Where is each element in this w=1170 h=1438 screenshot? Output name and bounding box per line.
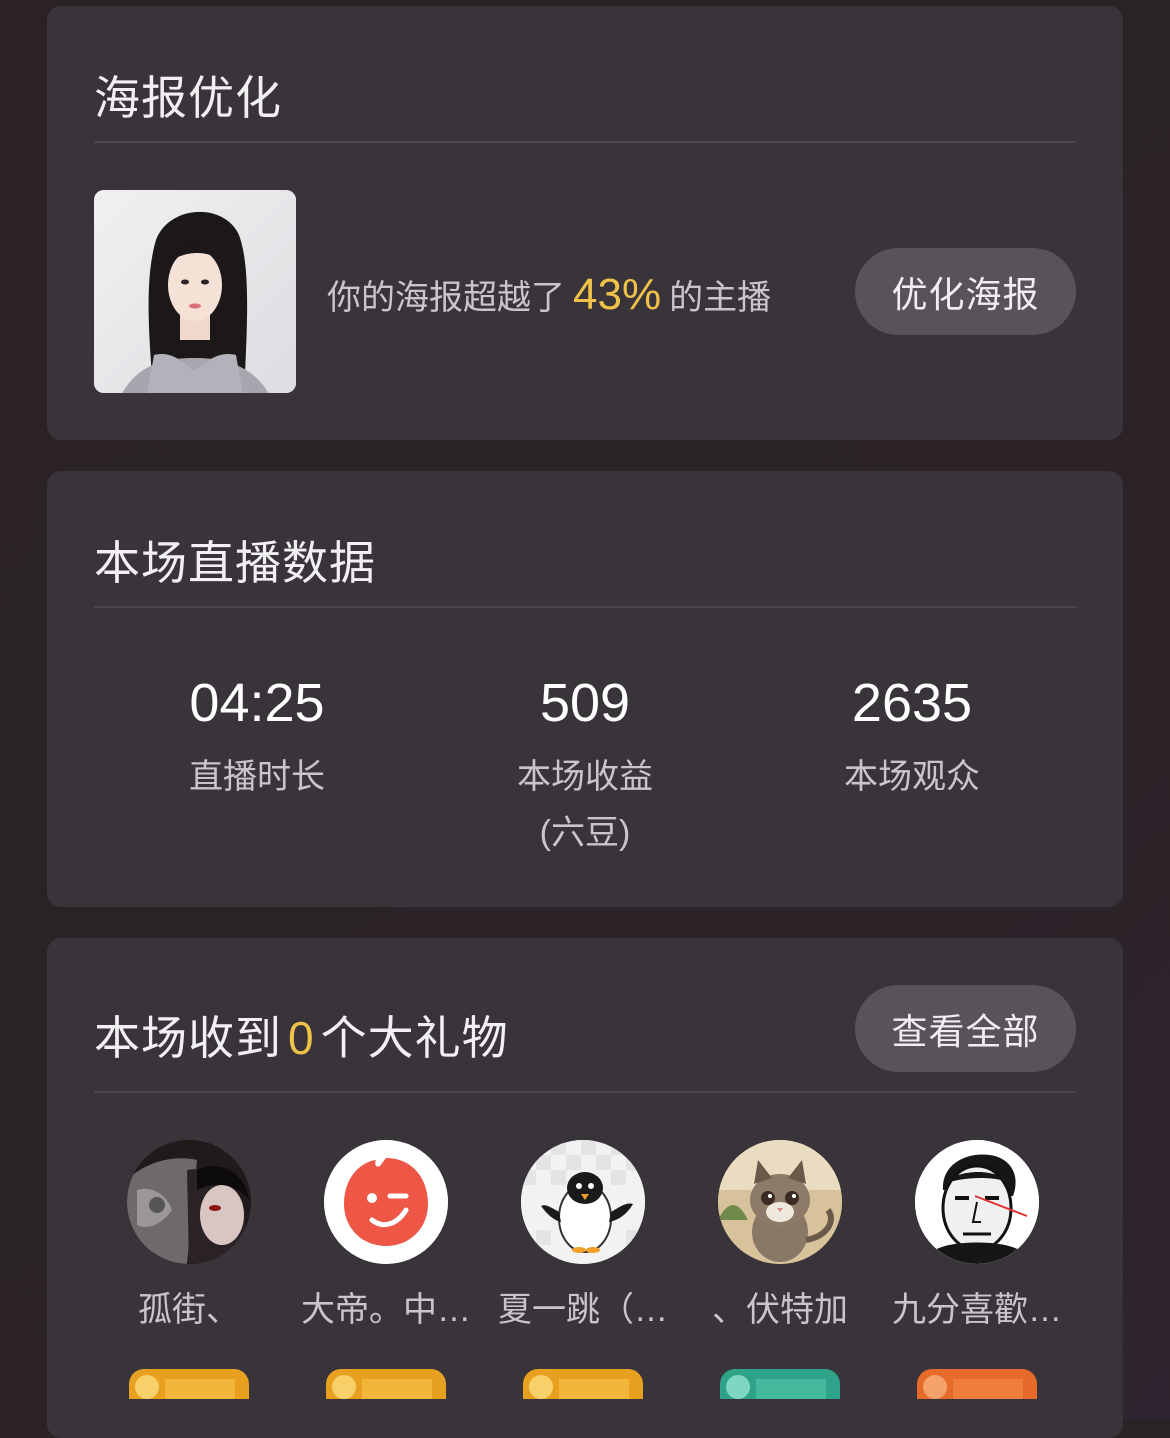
dark-masked-avatar-icon [127, 1140, 251, 1264]
poster-thumbnail[interactable] [94, 190, 296, 393]
poster-optimization-card: 海报优化 你的海报超越了 43% 的主播 优化海报 [47, 6, 1123, 440]
poster-ranking-suffix: 的主播 [669, 279, 772, 317]
gifter-name: 孤街、 [138, 1291, 240, 1329]
stat-duration: 04:25 直播时长 [107, 671, 407, 805]
penguin-avatar-icon [521, 1140, 645, 1264]
poster-ranking-prefix: 你的海报超越了 [327, 279, 565, 317]
gifts-title-prefix: 本场收到 [94, 1012, 282, 1064]
optimize-poster-button[interactable]: 优化海报 [855, 248, 1076, 335]
level-badge [917, 1369, 1037, 1399]
divider [94, 141, 1076, 143]
gifter-item[interactable]: 孤街、 [99, 1140, 279, 1399]
poster-ranking-percent: 43% [573, 270, 662, 319]
level-badge [523, 1369, 643, 1399]
view-all-button[interactable]: 查看全部 [855, 985, 1076, 1072]
level-badge [129, 1369, 249, 1399]
gifts-count: 0 [288, 1012, 315, 1064]
stat-label: 直播时长 [189, 758, 325, 796]
level-badge [326, 1369, 446, 1399]
poster-card-title: 海报优化 [94, 72, 282, 124]
poster-ranking-text: 你的海报超越了 43% 的主播 [327, 270, 771, 320]
poster-image-icon [94, 190, 296, 393]
stat-income: 509 本场收益(六豆) [435, 671, 735, 861]
stat-label: 本场观众 [844, 758, 980, 796]
stat-value: 509 [539, 673, 631, 733]
level-badge [720, 1369, 840, 1399]
live-card-title: 本场直播数据 [94, 537, 376, 589]
stat-label: 本场收益(六豆) [517, 758, 653, 852]
gifts-card-title: 本场收到 0 个大礼物 [94, 1002, 509, 1068]
divider [94, 1091, 1076, 1093]
big-gifts-card: 本场收到 0 个大礼物 查看全部 孤街、 大帝。中… 夏一跳（… 、伏特加 九分… [47, 938, 1123, 1438]
live-data-card: 本场直播数据 04:25 直播时长 509 本场收益(六豆) 2635 本场观众 [47, 471, 1123, 907]
red-smile-avatar-icon [324, 1140, 448, 1264]
stat-value: 2635 [851, 673, 973, 733]
gifter-name: 、伏特加 [712, 1291, 848, 1329]
gifter-item[interactable]: 九分喜歡… [887, 1140, 1067, 1399]
gifter-item[interactable]: 夏一跳（… [493, 1140, 673, 1399]
stat-audience: 2635 本场观众 [762, 671, 1062, 805]
gifter-item[interactable]: 大帝。中… [296, 1140, 476, 1399]
cat-avatar-icon [718, 1140, 842, 1264]
man-face-avatar-icon [915, 1140, 1039, 1264]
gifts-title-suffix: 个大礼物 [320, 1012, 509, 1064]
gifter-name: 大帝。中… [301, 1291, 471, 1329]
gifter-name: 九分喜歡… [892, 1291, 1062, 1329]
stat-value: 04:25 [189, 673, 325, 733]
divider [94, 606, 1076, 608]
gifter-item[interactable]: 、伏特加 [690, 1140, 870, 1399]
gifter-name: 夏一跳（… [498, 1291, 668, 1329]
